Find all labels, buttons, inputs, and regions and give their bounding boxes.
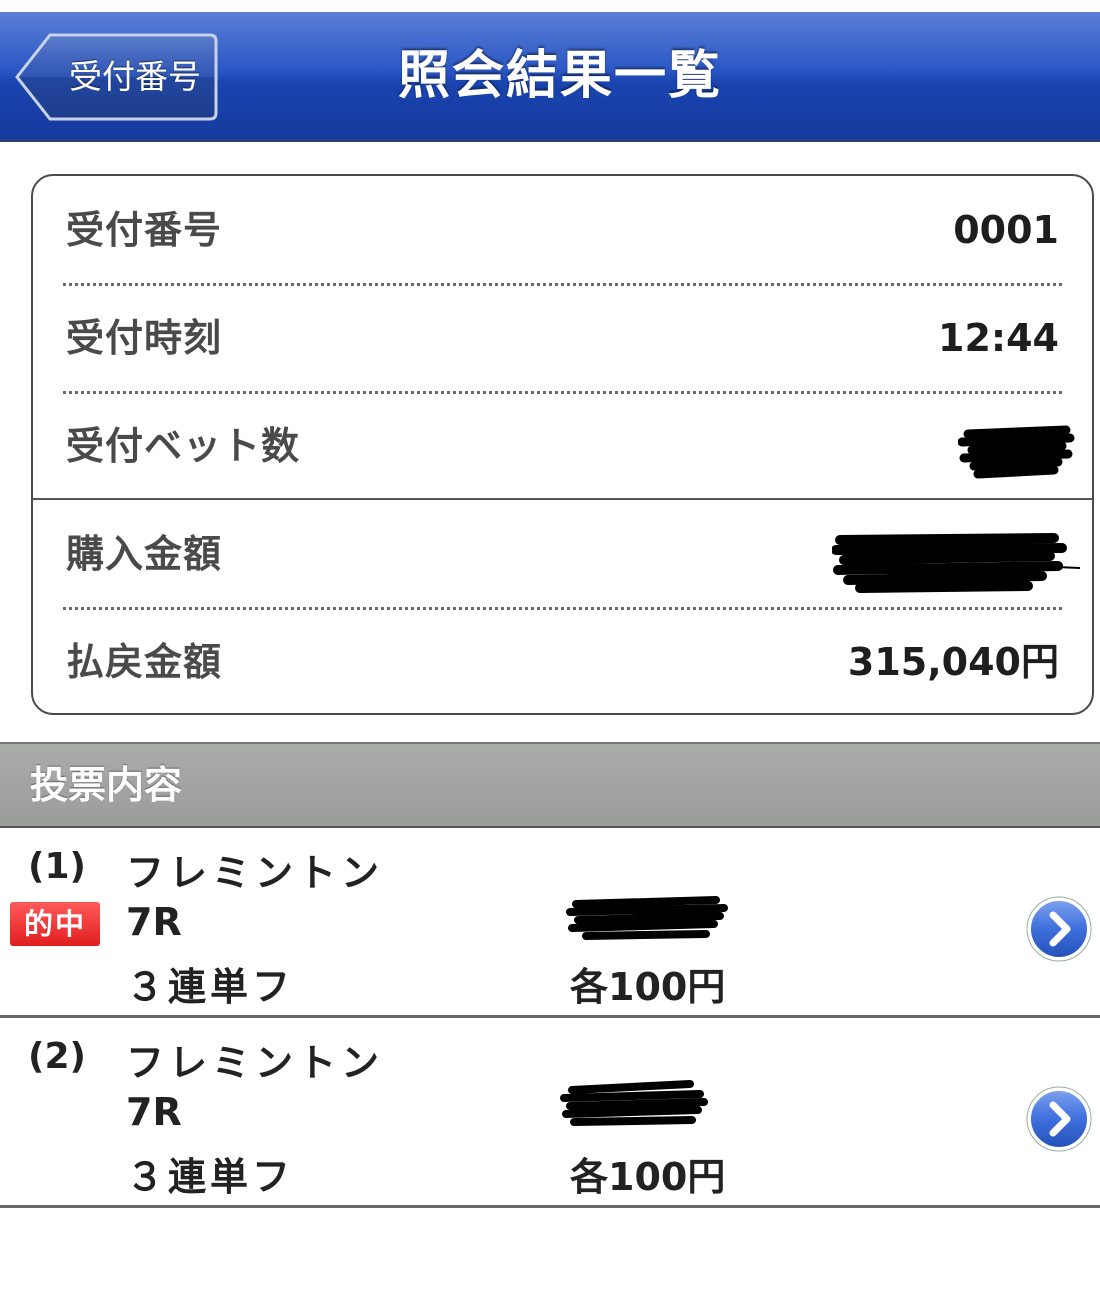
receipt-time-row: 受付時刻 12:44 (33, 284, 1092, 392)
receipt-number-row: 受付番号 0001 (33, 176, 1092, 284)
bets-section-title: 投票内容 (30, 763, 183, 807)
back-button[interactable]: 受付番号 (14, 32, 218, 122)
bet-count-label: 受付ベット数 (66, 424, 301, 468)
payout-amount-value: 315,040円 (847, 640, 1059, 684)
status-strip (0, 0, 1100, 12)
bets-section-header: 投票内容 (0, 742, 1100, 828)
back-button-label: 受付番号 (69, 57, 201, 96)
bet-row[interactable]: (2) フレミントン 7R ３連単フ 各100円 (0, 1018, 1100, 1208)
page-title: 照会結果一覧 (397, 46, 722, 106)
receipt-number-label: 受付番号 (66, 208, 223, 252)
bet-row[interactable]: (1) フレミントン 的中 7R ３連単フ 各100円 (0, 828, 1100, 1018)
bet-venue: フレミントン (126, 851, 385, 895)
bet-index: (2) (28, 1036, 86, 1077)
hit-badge: 的中 (10, 902, 100, 946)
receipt-time-label: 受付時刻 (66, 316, 223, 360)
purchase-amount-row: 購入金額 (33, 500, 1092, 608)
bet-amount: 各100円 (570, 1155, 726, 1199)
bet-type: ３連単フ (126, 1155, 295, 1199)
bet-race: 7R (126, 1090, 182, 1134)
redaction-scribble (958, 425, 1075, 479)
bet-index: (1) (28, 846, 86, 887)
redaction-scribble (832, 533, 1081, 593)
chevron-right-icon[interactable] (1026, 896, 1092, 962)
summary-card: 受付番号 0001 受付時刻 12:44 受付ベット数 購入金額 払戻金額 31… (31, 174, 1094, 715)
bet-amount: 各100円 (570, 965, 726, 1009)
redaction-scribble (560, 1080, 708, 1126)
bet-race: 7R (126, 900, 182, 944)
receipt-number-value: 0001 (953, 208, 1059, 252)
redaction-scribble (566, 896, 728, 940)
bet-venue: フレミントン (126, 1041, 385, 1085)
bet-type: ３連単フ (126, 965, 295, 1009)
payout-amount-label: 払戻金額 (66, 640, 223, 684)
purchase-amount-label: 購入金額 (66, 532, 223, 576)
chevron-right-icon[interactable] (1026, 1086, 1092, 1152)
bet-count-row: 受付ベット数 (33, 392, 1092, 500)
navigation-bar: 受付番号 照会結果一覧 (0, 12, 1100, 142)
receipt-time-value: 12:44 (938, 316, 1059, 360)
payout-amount-row: 払戻金額 315,040円 (33, 608, 1092, 713)
